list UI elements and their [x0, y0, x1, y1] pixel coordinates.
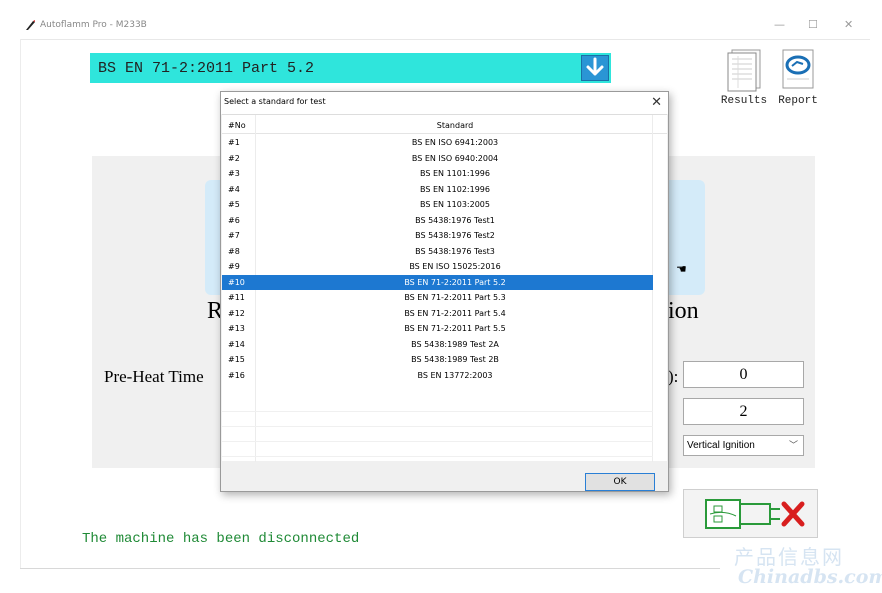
- row-standard: BS 5438:1976 Test3: [415, 246, 495, 256]
- select-standard-dialog: Select a standard for test ✕ #No Standar…: [220, 91, 669, 492]
- panel-heading-partial-right: ion: [668, 298, 699, 324]
- table-row[interactable]: #9 BS EN ISO 15025:2016: [222, 259, 653, 275]
- column-header-standard[interactable]: Standard: [258, 121, 652, 130]
- row-standard: BS 5438:1976 Test2: [415, 231, 495, 240]
- chevron-down-icon: ﹀: [788, 440, 798, 450]
- table-row[interactable]: #6 BS 5438:1976 Test1: [222, 213, 653, 229]
- column-header-no[interactable]: #No: [228, 121, 246, 130]
- field-label-suffix: ):: [668, 367, 679, 386]
- row-standard: BS EN ISO 6940:2004: [411, 153, 499, 163]
- standard-select[interactable]: BS EN 71-2:2011 Part 5.2: [90, 53, 611, 83]
- report-icon: [782, 49, 814, 89]
- table-row[interactable]: #13 BS EN 71-2:2011 Part 5.5: [222, 321, 653, 337]
- ok-button[interactable]: OK: [585, 473, 655, 491]
- preheat-time-input[interactable]: 0: [683, 361, 804, 388]
- watermark-english: Chinadbs.com: [738, 566, 882, 588]
- table-row[interactable]: #3 BS EN 1101:1996: [222, 166, 653, 182]
- dialog-title: Select a standard for test: [224, 97, 326, 106]
- table-row[interactable]: #2 BS EN ISO 6940:2004: [222, 151, 653, 167]
- row-number: #6: [228, 215, 240, 225]
- row-number: #2: [228, 153, 240, 163]
- row-number: #11: [228, 293, 245, 302]
- table-row[interactable]: #7 BS 5438:1976 Test2: [222, 228, 653, 244]
- window-title: Autoflamm Pro - M233B: [40, 20, 147, 30]
- standard-select-value: BS EN 71-2:2011 Part 5.2: [98, 60, 315, 77]
- row-standard: BS EN 13772:2003: [417, 370, 493, 380]
- row-standard: BS EN 1101:1996: [420, 169, 490, 178]
- row-standard: BS EN 71-2:2011 Part 5.2: [404, 277, 506, 287]
- standards-rows: #1 BS EN ISO 6941:2003 #2 BS EN ISO 6940:20…: [222, 135, 653, 383]
- row-number: #15: [228, 355, 245, 364]
- maximize-button[interactable]: ☐: [808, 18, 818, 31]
- table-row[interactable]: #5 BS EN 1103:2005: [222, 197, 653, 213]
- table-row[interactable]: #1 BS EN ISO 6941:2003: [222, 135, 653, 151]
- row-number: #14: [228, 339, 245, 349]
- row-number: #12: [228, 308, 245, 318]
- row-standard: BS EN 71-2:2011 Part 5.5: [404, 324, 506, 333]
- row-standard: BS EN 71-2:2011 Part 5.3: [404, 293, 506, 302]
- ignition-type-select[interactable]: Vertical Ignition ﹀: [683, 435, 804, 456]
- row-standard: BS 5438:1989 Test 2A: [411, 339, 499, 349]
- results-button[interactable]: Results: [719, 48, 769, 110]
- dialog-close-icon[interactable]: ✕: [651, 94, 662, 110]
- row-number: #3: [228, 169, 240, 178]
- row-standard: BS 5438:1989 Test 2B: [411, 355, 499, 364]
- disconnected-plug-icon: [705, 499, 805, 529]
- window-frame-bottom: [20, 568, 720, 569]
- row-standard: BS EN ISO 6941:2003: [411, 138, 499, 147]
- arrow-down-icon: [586, 57, 604, 76]
- preheat-time-label: Pre-Heat Time: [104, 367, 204, 386]
- table-row[interactable]: #10 BS EN 71-2:2011 Part 5.2: [222, 274, 653, 290]
- row-standard: BS 5438:1976 Test1: [415, 215, 495, 225]
- minimize-button[interactable]: —: [774, 18, 785, 31]
- row-standard: BS EN 71-2:2011 Part 5.4: [404, 308, 506, 318]
- list-header: #No Standard: [222, 115, 667, 134]
- table-row[interactable]: #14 BS 5438:1989 Test 2A: [222, 337, 653, 353]
- table-row[interactable]: #16 BS EN 13772:2003: [222, 368, 653, 384]
- results-label: Results: [720, 95, 768, 107]
- row-number: #1: [228, 138, 240, 147]
- row-number: #8: [228, 246, 240, 256]
- window-frame-top: [20, 39, 870, 40]
- standard-dropdown-button[interactable]: [581, 55, 609, 81]
- row-standard: BS EN ISO 15025:2016: [409, 262, 501, 271]
- connection-status-message: The machine has been disconnected: [82, 531, 360, 547]
- value-input[interactable]: 2: [683, 398, 804, 425]
- standards-list[interactable]: #No Standard #1 BS EN ISO 6941:2003 #2 BS E…: [222, 114, 667, 472]
- ignition-type-value: Vertical Ignition: [687, 440, 755, 451]
- table-row[interactable]: #15 BS 5438:1989 Test 2B: [222, 352, 653, 368]
- table-row[interactable]: #12 BS EN 71-2:2011 Part 5.4: [222, 306, 653, 322]
- connection-button[interactable]: [683, 489, 818, 538]
- empty-grid-rows: [222, 397, 653, 472]
- table-row[interactable]: #8 BS 5438:1976 Test3: [222, 244, 653, 260]
- row-number: #13: [228, 324, 245, 333]
- row-number: #10: [228, 277, 245, 287]
- row-standard: BS EN 1103:2005: [420, 200, 490, 209]
- row-number: #7: [228, 231, 240, 240]
- table-row[interactable]: #4 BS EN 1102:1996: [222, 182, 653, 198]
- report-label: Report: [778, 95, 818, 107]
- report-button[interactable]: Report: [773, 48, 823, 110]
- app-logo-icon: [26, 20, 35, 30]
- close-window-button[interactable]: ✕: [844, 18, 853, 31]
- row-number: #9: [228, 262, 240, 271]
- hand-pointer-icon: ☚: [676, 262, 687, 276]
- table-row[interactable]: #11 BS EN 71-2:2011 Part 5.3: [222, 290, 653, 306]
- dialog-titlebar: Select a standard for test ✕: [221, 92, 668, 114]
- row-standard: BS EN 1102:1996: [420, 184, 490, 194]
- window-titlebar: Autoflamm Pro - M233B — ☐ ✕: [20, 12, 870, 40]
- row-number: #4: [228, 184, 240, 194]
- results-document-icon: [727, 49, 761, 92]
- row-number: #16: [228, 370, 245, 380]
- row-number: #5: [228, 200, 240, 209]
- window-frame-left: [20, 39, 21, 569]
